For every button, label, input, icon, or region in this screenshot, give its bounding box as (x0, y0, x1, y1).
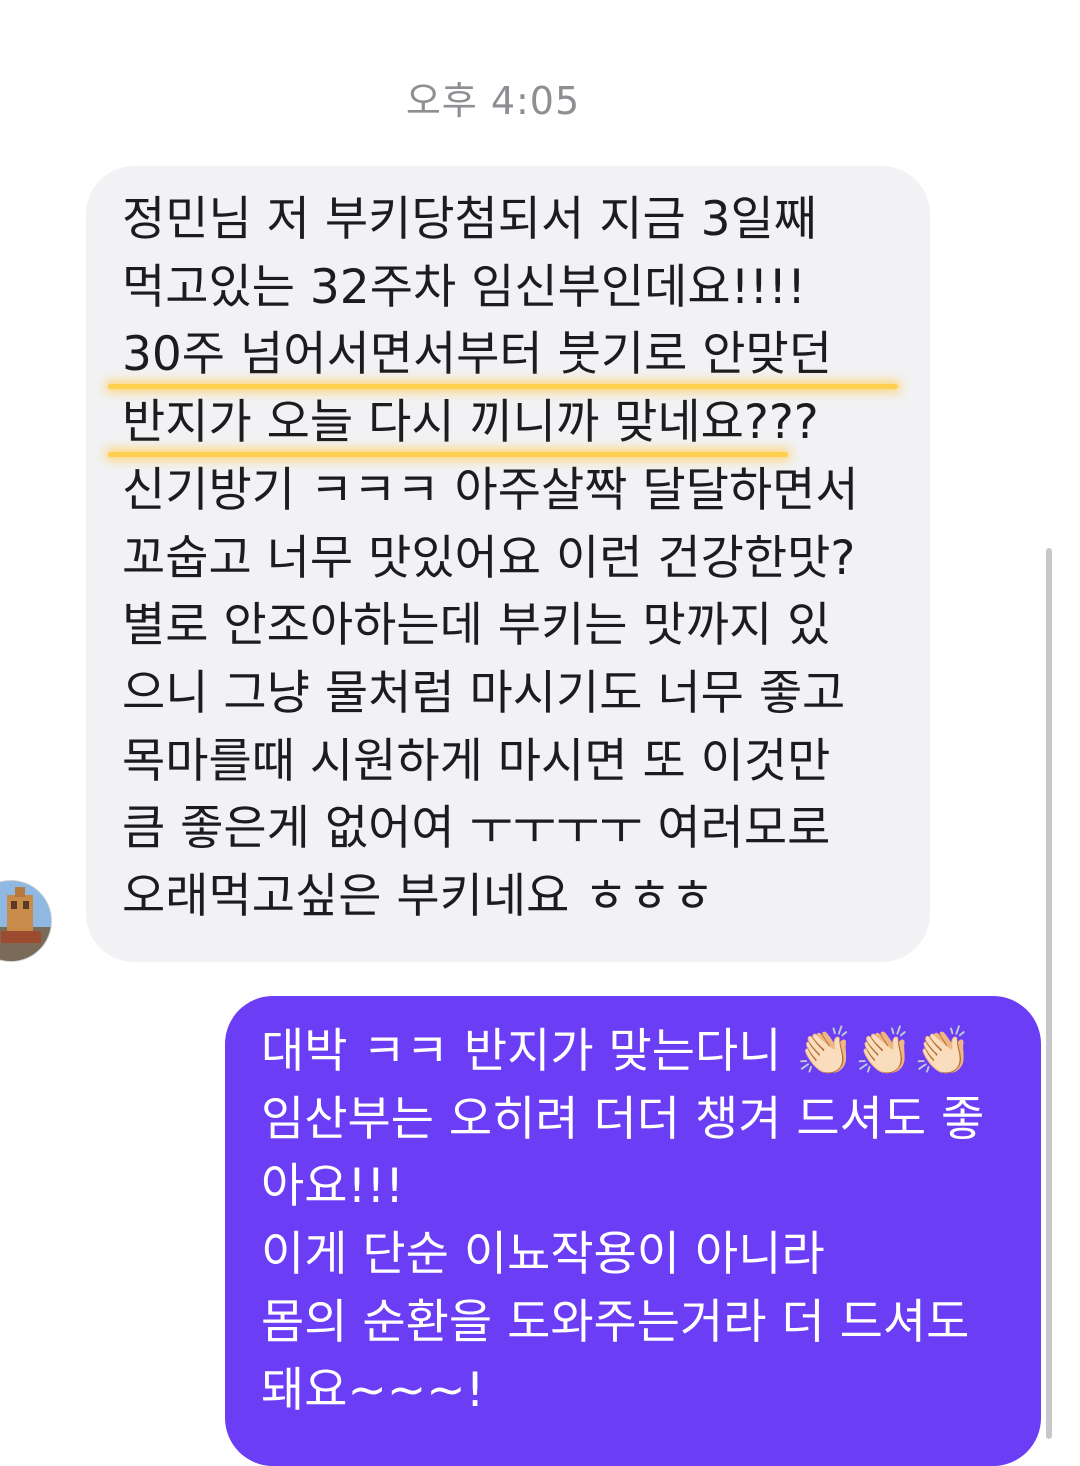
incoming-message-bubble[interactable]: 정민님 저 부키당첨되서 지금 3일째 먹고있는 32주차 임신부인데요!!!!… (86, 166, 930, 962)
message-line: 30주 넘어서면서부터 붓기로 안맞던 (108, 321, 900, 390)
message-line: 별로 안조아하는데 부키는 맛까지 있 (122, 598, 831, 654)
message-line: 이게 단순 이뇨작용이 아니라 (261, 1227, 825, 1283)
message-line: 큼 좋은게 없어여 ㅜㅜㅜㅜ 여러모로 (122, 801, 831, 857)
message-timestamp: 오후 4:05 (405, 79, 581, 123)
message-line: 먹고있는 32주차 임신부인데요!!!! (122, 259, 806, 315)
message-line: 꼬숩고 너무 맛있어요 이런 건강한맛? (122, 530, 856, 586)
scrollbar[interactable] (1046, 548, 1052, 1439)
outgoing-message-bubble[interactable]: 대박 ㅋㅋ 반지가 맞는다니 👏🏻👏🏻👏🏻 임산부는 오히려 더더 챙겨 드셔도… (225, 996, 1041, 1466)
highlighted-text: 30주 넘어서면서부터 붓기로 안맞던 (122, 327, 832, 383)
message-line: 아요!!! (261, 1159, 405, 1215)
message-line: 오래먹고싶은 부키네요 ㅎㅎㅎ (122, 869, 714, 925)
message-line: 돼요~~~! (261, 1362, 485, 1418)
message-line: 정민님 저 부키당첨되서 지금 3일째 (122, 192, 818, 247)
message-line: 대박 ㅋㅋ 반지가 맞는다니 👏🏻👏🏻👏🏻 (261, 1024, 972, 1079)
message-line: 임산부는 오히려 더더 챙겨 드셔도 좋 (261, 1091, 985, 1147)
highlighted-text: 반지가 오늘 다시 끼니까 맞네요??? (122, 395, 819, 451)
message-line: 몸의 순환을 도와주는거라 더 드셔도 (261, 1294, 970, 1350)
message-line: 목마를때 시원하게 마시면 또 이것만 (122, 733, 831, 789)
sender-avatar[interactable] (0, 880, 52, 962)
avatar-photo-icon (0, 881, 51, 961)
message-line: 으니 그냥 물처럼 마시기도 너무 좋고 (122, 665, 846, 721)
message-line: 신기방기 ㅋㅋㅋ 아주살짝 달달하면서 (122, 462, 859, 518)
message-line: 반지가 오늘 다시 끼니까 맞네요??? (108, 389, 900, 457)
